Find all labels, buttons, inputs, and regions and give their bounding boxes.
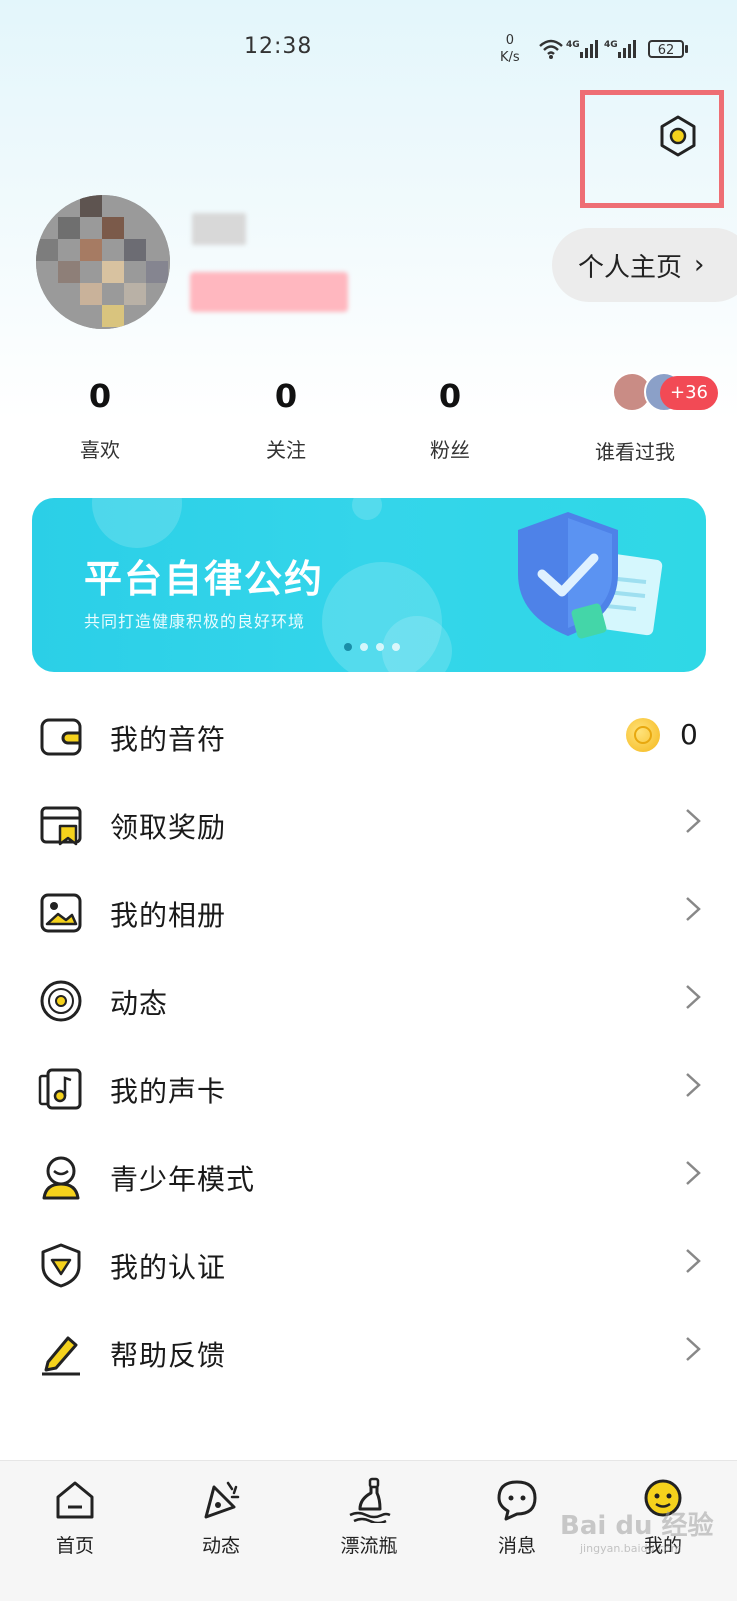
- stat-fans[interactable]: 0 粉丝: [390, 372, 510, 463]
- banner-pagination: [344, 643, 400, 651]
- stat-fans-label: 粉丝: [430, 438, 470, 462]
- watermark-url: jingyan.baidu.com: [580, 1542, 682, 1555]
- menu-label: 我的认证: [110, 1251, 227, 1284]
- chevron-right-icon: [686, 897, 701, 921]
- status-time: 12:38: [244, 34, 313, 59]
- signal-label-1: 4G: [566, 40, 580, 50]
- nav-label: 首页: [55, 1535, 94, 1557]
- shield-check-icon: [518, 512, 663, 639]
- music-card-icon: [38, 1068, 82, 1110]
- stat-fans-value: 0: [438, 377, 462, 415]
- avatar[interactable]: [36, 195, 170, 329]
- home-icon: [56, 1481, 94, 1519]
- menu-label: 领取奖励: [110, 811, 227, 844]
- pencil-feedback-icon: [42, 1336, 80, 1376]
- stat-following-label: 关注: [266, 438, 306, 462]
- signal-label-2: 4G: [604, 40, 618, 50]
- menu-my-sound-card[interactable]: 我的声卡: [0, 1048, 737, 1128]
- chevron-right-icon: [686, 1337, 701, 1361]
- wifi-icon: [539, 39, 563, 59]
- settings-highlight-box: [580, 90, 724, 208]
- party-popper-icon: [204, 1481, 240, 1519]
- banner-subtitle: 共同打造健康积极的良好环境: [84, 612, 306, 631]
- stat-following-value: 0: [274, 377, 298, 415]
- chevron-right-icon: [686, 1161, 701, 1185]
- nav-label: 漂流瓶: [340, 1535, 398, 1557]
- stat-likes[interactable]: 0 喜欢: [40, 372, 160, 463]
- chevron-right-icon: ›: [694, 250, 705, 280]
- personal-homepage-button[interactable]: 个人主页 ›: [552, 228, 737, 302]
- reward-bookmark-icon: [40, 806, 82, 846]
- visitors-label[interactable]: 谁看过我: [570, 436, 700, 465]
- chat-bubble-icon: [497, 1480, 537, 1521]
- nav-drift-bottle[interactable]: 漂流瓶: [314, 1477, 424, 1558]
- vinyl-record-icon: [40, 980, 82, 1022]
- status-bar: 12:38 0 K/s 4G 4G 62: [0, 0, 737, 100]
- banner-dot: [392, 643, 400, 651]
- chevron-right-icon: [686, 1073, 701, 1097]
- drift-bottle-icon: [349, 1477, 391, 1523]
- nav-home[interactable]: 首页: [20, 1477, 130, 1558]
- settings-icon[interactable]: [656, 114, 700, 158]
- menu-label: 青少年模式: [110, 1163, 256, 1196]
- user-tag-blurred: [190, 272, 348, 312]
- menu-my-verification[interactable]: 我的认证: [0, 1224, 737, 1304]
- menu-claim-rewards[interactable]: 领取奖励: [0, 784, 737, 864]
- visitor-count-badge: +36: [660, 376, 718, 410]
- signal-icon-2: 4G: [604, 40, 636, 58]
- stat-likes-label: 喜欢: [80, 438, 120, 462]
- shield-verify-icon: [41, 1243, 81, 1288]
- promo-banner[interactable]: 平台自律公约 共同打造健康积极的良好环境: [32, 498, 706, 672]
- menu-label: 我的相册: [110, 899, 227, 932]
- menu-label: 帮助反馈: [110, 1339, 227, 1372]
- wallet-icon: [40, 718, 82, 756]
- chevron-right-icon: [686, 985, 701, 1009]
- menu-my-album[interactable]: 我的相册: [0, 872, 737, 952]
- menu-label: 动态: [110, 987, 169, 1020]
- nav-moments[interactable]: 动态: [166, 1477, 276, 1558]
- network-speed-value: 0: [505, 33, 514, 48]
- network-speed-unit: K/s: [500, 50, 520, 65]
- stat-following[interactable]: 0 关注: [226, 372, 346, 463]
- chevron-right-icon: [686, 809, 701, 833]
- banner-dot: [376, 643, 384, 651]
- banner-dot: [360, 643, 368, 651]
- coin-icon: [626, 718, 660, 752]
- photo-album-icon: [40, 893, 82, 933]
- username-blurred: [192, 213, 246, 245]
- chevron-right-icon: [686, 1249, 701, 1273]
- personal-homepage-label: 个人主页: [578, 252, 683, 283]
- menu-label: 我的音符: [110, 723, 227, 756]
- menu-moments[interactable]: 动态: [0, 960, 737, 1040]
- network-speed: 0 K/s: [500, 32, 520, 66]
- stat-likes-value: 0: [88, 377, 112, 415]
- signal-icon-1: 4G: [566, 40, 598, 58]
- menu-my-notes[interactable]: 我的音符 0: [0, 696, 737, 776]
- menu-label: 我的声卡: [110, 1075, 227, 1108]
- battery-tip: [685, 45, 688, 53]
- menu-teen-mode[interactable]: 青少年模式: [0, 1136, 737, 1216]
- battery-icon: 62: [648, 40, 684, 58]
- menu-help-feedback[interactable]: 帮助反馈: [0, 1312, 737, 1392]
- nav-label: 消息: [497, 1535, 536, 1557]
- nav-label: 动态: [201, 1535, 240, 1557]
- teen-mode-icon: [42, 1156, 80, 1200]
- watermark-brand: Bai du 经验: [560, 1511, 714, 1541]
- banner-title: 平台自律公约: [84, 557, 325, 601]
- notes-balance: 0: [680, 718, 698, 751]
- nav-messages[interactable]: 消息: [462, 1477, 572, 1558]
- banner-dot: [344, 643, 352, 651]
